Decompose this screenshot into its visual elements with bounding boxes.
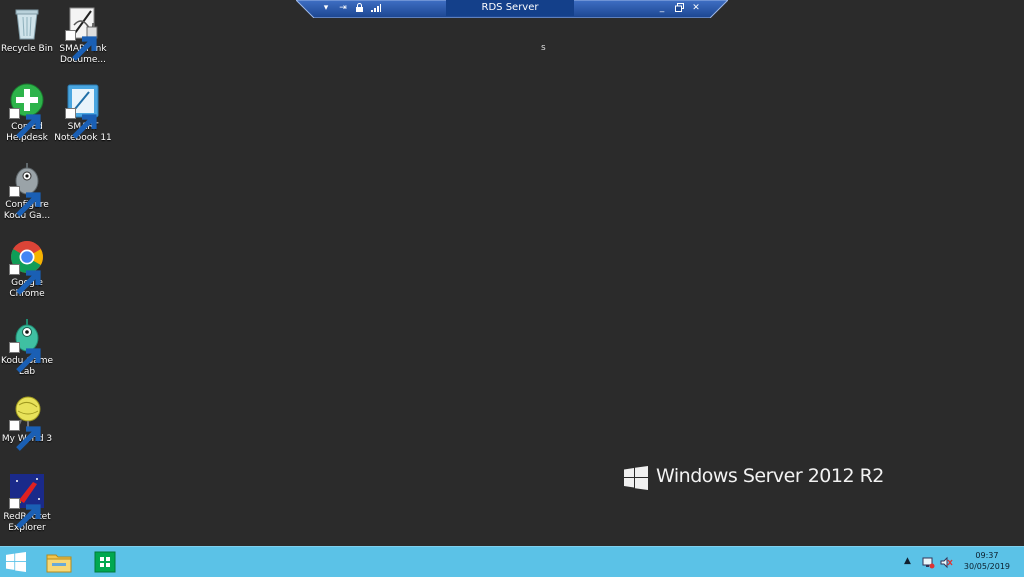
shortcut-arrow-icon (9, 420, 41, 451)
close-icon[interactable]: ✕ (690, 3, 702, 13)
desktop-icon-google-chrome[interactable]: Google Chrome (0, 239, 56, 300)
rocket-icon (9, 473, 45, 529)
kodu-icon (9, 317, 45, 373)
clock-date: 30/05/2019 (963, 562, 1010, 571)
desktop-icon-redrocket-explorer[interactable]: RedRocket Explorer (0, 473, 56, 534)
clock-time: 09:37 (975, 551, 999, 560)
shortcut-arrow-icon (9, 108, 41, 139)
desktop-icon-recycle-bin[interactable]: Recycle Bin (0, 5, 56, 55)
shortcut-arrow-icon (65, 30, 97, 61)
desktop-icon-con-ed-helpdesk[interactable]: Con Ed Helpdesk (0, 83, 56, 144)
my-world-icon (9, 395, 45, 451)
recycle-bin-icon (9, 5, 45, 41)
shortcut-arrow-icon (9, 186, 41, 217)
minimize-icon[interactable]: _ (656, 3, 668, 13)
file-explorer-icon[interactable] (46, 547, 74, 577)
chevron-down-icon[interactable]: ▾ (320, 3, 332, 13)
volume-muted-icon[interactable] (940, 547, 954, 577)
signal-icon (370, 3, 382, 13)
desktop-icon-configure-kodu[interactable]: Configure Kodu Ga... (0, 161, 56, 222)
shortcut-arrow-icon (65, 108, 97, 139)
chrome-icon (9, 239, 45, 295)
rdp-connection-bar[interactable]: ▾ ⇥ RDS Server _ ✕ (296, 0, 728, 18)
restore-icon[interactable] (673, 3, 685, 13)
store-icon[interactable] (94, 547, 120, 577)
smart-ink-icon (65, 5, 101, 61)
shortcut-arrow-icon (9, 264, 41, 295)
network-icon[interactable] (922, 547, 936, 577)
rdp-title: RDS Server (481, 2, 539, 13)
shortcut-arrow-icon (9, 498, 41, 529)
plus-icon (9, 83, 45, 139)
desktop-icon-kodu-game-lab[interactable]: Kodu Game Lab (0, 317, 56, 378)
tray-chevron-up-icon[interactable]: ▲ (904, 547, 914, 577)
branding-text: Windows Server 2012 R2 (656, 465, 884, 487)
taskbar: ▲ 09:37 30/05/2019 (0, 546, 1024, 577)
desktop-icon-smart-notebook[interactable]: SMART Notebook 11 (54, 83, 112, 144)
desktop-icon-my-world-3[interactable]: My World 3 (0, 395, 56, 451)
smart-notebook-icon (65, 83, 101, 139)
pin-icon[interactable]: ⇥ (337, 3, 349, 13)
kodu-config-icon (9, 161, 45, 217)
lock-icon[interactable] (353, 3, 365, 13)
desktop-icon-smart-ink[interactable]: SMART Ink Docume... (54, 5, 112, 66)
taskbar-clock[interactable]: 09:37 30/05/2019 (964, 550, 1010, 572)
desktop-icon-label: Recycle Bin (1, 44, 53, 54)
start-icon[interactable] (6, 547, 30, 577)
desktop-text: s (541, 43, 546, 53)
shortcut-arrow-icon (9, 342, 41, 373)
windows-logo-icon (624, 466, 648, 490)
